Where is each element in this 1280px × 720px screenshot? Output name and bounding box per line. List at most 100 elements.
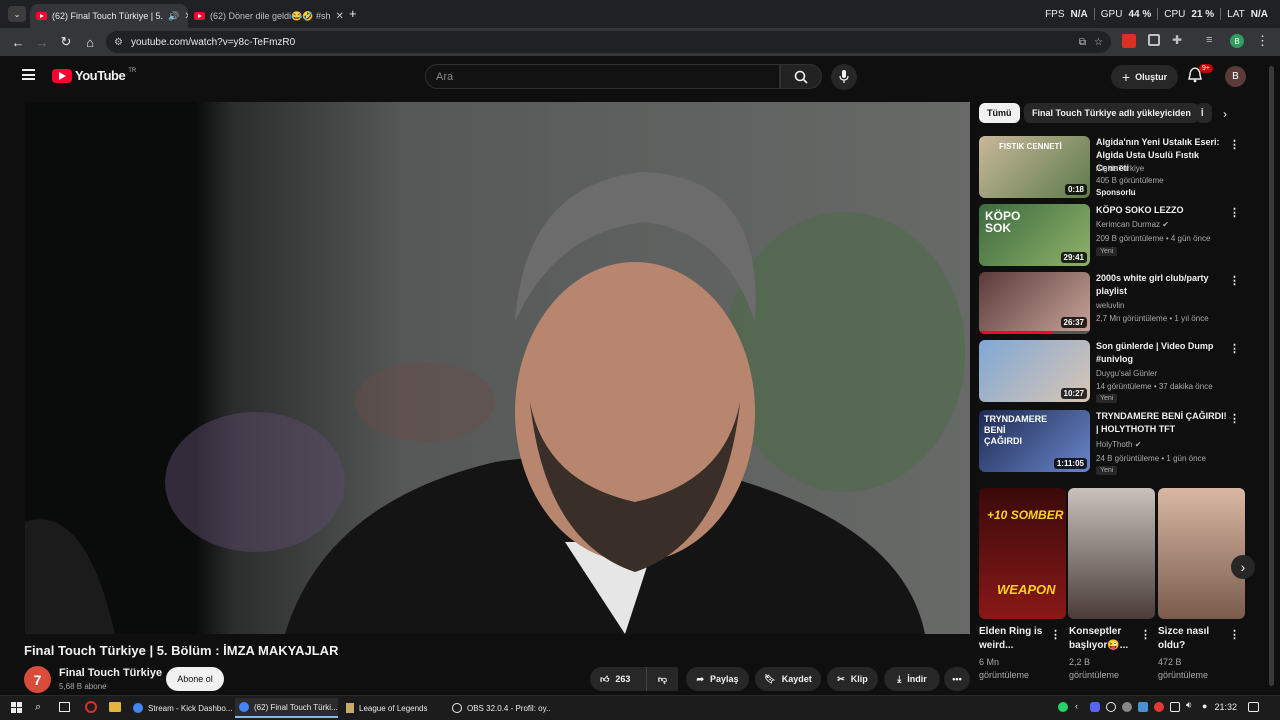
file-explorer-icon[interactable] <box>109 702 121 712</box>
short-views: 2,2 B görüntüleme <box>1069 657 1120 680</box>
profile-avatar[interactable]: B <box>1230 34 1244 48</box>
save-button[interactable]: 🔖︎ Kaydet <box>755 667 821 691</box>
close-tab-icon[interactable]: ✕ <box>335 11 343 22</box>
rec-thumbnail[interactable]: 26:37 <box>979 272 1090 334</box>
rec-thumbnail[interactable]: TRYNDAMERE BENİ ÇAĞIRDI 1:11:05 <box>979 410 1090 472</box>
download-button[interactable]: ⤓ İndir <box>884 667 940 691</box>
discord-tray-icon[interactable] <box>1090 702 1100 712</box>
rec-channel[interactable]: AlgidaTurkiye <box>1096 164 1144 173</box>
clock[interactable]: 21:32 <box>1214 702 1237 712</box>
rec-thumbnail[interactable]: KÖPO SOK 29:41 <box>979 204 1090 266</box>
home-icon[interactable]: ⌂ <box>78 30 102 54</box>
rec-title[interactable]: TRYNDAMERE BENİ ÇAĞIRDI! | HOLYTHOTH TFT <box>1096 410 1231 436</box>
chips-next-chevron-icon[interactable]: › <box>1223 107 1227 121</box>
taskbar-item-kick[interactable]: Stream - Kick Dashbo... <box>129 698 232 718</box>
rec-item[interactable]: 10:27 Son günlerde | Video Dump #univlog… <box>979 340 1244 404</box>
chip-uploader[interactable]: Final Touch Türkiye adlı yükleyiciden <box>1024 103 1199 123</box>
address-bar[interactable]: ⚙ youtube.com/watch?v=y8c-TeFmzR0 ⧉ ☆ <box>106 31 1111 53</box>
rec-menu-icon[interactable]: ⋮ <box>1229 206 1240 219</box>
rec-item[interactable]: FISTIK CENNETİ 0:18 Algida'nın Yeni Usta… <box>979 136 1244 200</box>
extension-icon[interactable] <box>1148 34 1160 46</box>
page-scrollbar[interactable] <box>1269 66 1274 686</box>
rec-item[interactable]: TRYNDAMERE BENİ ÇAĞIRDI 1:11:05 TRYNDAME… <box>979 410 1244 475</box>
chip-all[interactable]: Tümü <box>979 103 1020 123</box>
rec-title[interactable]: KÖPO SOKO LEZZO <box>1096 204 1231 217</box>
short-thumbnail[interactable] <box>1068 488 1155 619</box>
dislike-button[interactable]: 👎︎ <box>646 667 678 691</box>
tray-app-icon[interactable] <box>1122 702 1132 712</box>
clip-button[interactable]: ✂ Klip <box>827 667 878 691</box>
rec-channel[interactable]: weluvlin <box>1096 301 1124 310</box>
windows-start-icon[interactable] <box>11 702 22 713</box>
taskbar-item-obs[interactable]: OBS 32.0.4 - Profil: oy... <box>448 698 551 718</box>
more-actions-button[interactable]: ••• <box>944 667 970 691</box>
rec-title[interactable]: 2000s white girl club/party playlist <box>1096 272 1231 298</box>
taskbar-search-icon[interactable]: ⌕ <box>35 701 41 714</box>
microphone-tray-icon[interactable]: ● <box>1202 701 1207 711</box>
tray-arrow-icon[interactable]: ‹ <box>1075 701 1078 711</box>
taskbar-item-lol[interactable]: League of Legends <box>342 698 445 718</box>
shorts-next-chevron-icon[interactable]: › <box>1231 555 1255 579</box>
voice-search-button[interactable] <box>831 64 857 90</box>
task-view-icon[interactable] <box>59 702 70 712</box>
rec-menu-icon[interactable]: ⋮ <box>1229 342 1240 355</box>
opera-icon[interactable] <box>85 701 97 713</box>
short-menu-icon[interactable]: ⋮ <box>1229 628 1240 641</box>
rec-menu-icon[interactable]: ⋮ <box>1229 412 1240 425</box>
site-info-icon[interactable]: ⚙ <box>114 37 123 48</box>
reload-icon[interactable]: ↻ <box>54 30 78 54</box>
volume-icon[interactable]: 🔉︎ <box>1186 700 1192 711</box>
steam-tray-icon[interactable] <box>1106 702 1116 712</box>
short-menu-icon[interactable]: ⋮ <box>1140 628 1151 641</box>
short-thumbnail[interactable] <box>1158 488 1245 619</box>
short-thumbnail[interactable]: +10 SOMBER WEAPON <box>979 488 1066 619</box>
short-menu-icon[interactable]: ⋮ <box>1050 628 1061 641</box>
rec-channel[interactable]: Kerimcan Durmaz <box>1096 220 1160 229</box>
tab-search-button[interactable]: ⌄ <box>8 6 26 22</box>
hamburger-menu-icon[interactable] <box>22 69 35 80</box>
chip-more[interactable]: İ <box>1196 103 1212 123</box>
search-button[interactable] <box>780 64 822 89</box>
cpu-value: 21 % <box>1191 8 1215 20</box>
install-app-icon[interactable]: ⧉ <box>1079 37 1086 48</box>
rec-menu-icon[interactable]: ⋮ <box>1229 138 1240 151</box>
new-tab-button[interactable]: + <box>349 6 357 21</box>
search-input[interactable]: Ara <box>425 64 780 89</box>
thumb-text: TRYNDAMERE BENİ ÇAĞIRDI <box>984 414 1048 446</box>
tab-final-touch[interactable]: (62) Final Touch Türkiye | 5. 🔊 ✕ <box>30 4 188 28</box>
short-title[interactable]: Sizce nasıl oldu? <box>1158 625 1230 653</box>
channel-avatar[interactable]: 7 <box>24 666 51 693</box>
record-tray-icon[interactable] <box>1154 702 1164 712</box>
account-avatar[interactable]: B <box>1225 66 1246 87</box>
channel-name[interactable]: Final Touch Türkiye <box>59 667 162 679</box>
rec-item[interactable]: KÖPO SOK 29:41 KÖPO SOKO LEZZO Kerimcan … <box>979 204 1244 268</box>
puzzle-extensions-icon[interactable]: ✚ <box>1172 33 1182 47</box>
pdf-extension-icon[interactable] <box>1122 34 1136 48</box>
bookmark-star-icon[interactable]: ☆ <box>1094 37 1103 48</box>
rec-menu-icon[interactable]: ⋮ <box>1229 274 1240 287</box>
whatsapp-tray-icon[interactable] <box>1058 702 1068 712</box>
short-title[interactable]: Elden Ring is weird... <box>979 625 1051 653</box>
rec-title[interactable]: Son günlerde | Video Dump #univlog <box>1096 340 1231 366</box>
share-button[interactable]: ➦ Paylaş <box>686 667 749 691</box>
tab-doner[interactable]: (62) Döner dile geldi😂🤣 #sh ✕ <box>188 4 343 28</box>
subscribe-button[interactable]: Abone ol <box>166 667 224 691</box>
rec-item[interactable]: 26:37 2000s white girl club/party playli… <box>979 272 1244 336</box>
forward-arrow-icon[interactable]: → <box>30 30 54 54</box>
notification-center-icon[interactable] <box>1248 702 1259 712</box>
thumb-text: +10 SOMBER <box>987 508 1064 522</box>
video-player[interactable] <box>25 102 970 634</box>
short-title[interactable]: Konseptler başlıyor😜... <box>1069 625 1141 653</box>
rec-thumbnail[interactable]: FISTIK CENNETİ 0:18 <box>979 136 1090 198</box>
taskbar-item-youtube[interactable]: (62) Final Touch Türki... <box>235 698 338 718</box>
reading-list-icon[interactable]: ≡ <box>1206 34 1212 46</box>
tray-app-icon[interactable] <box>1138 702 1148 712</box>
rec-channel[interactable]: Duygu'sal Günler <box>1096 369 1157 378</box>
rec-thumbnail[interactable]: 10:27 <box>979 340 1090 402</box>
rec-channel[interactable]: HolyThoth <box>1096 440 1132 449</box>
browser-menu-icon[interactable]: ⋮ <box>1256 33 1269 49</box>
monitor-tray-icon[interactable] <box>1170 702 1180 712</box>
create-button[interactable]: + Oluştur <box>1111 65 1178 89</box>
back-arrow-icon[interactable]: ← <box>6 30 30 54</box>
youtube-logo[interactable]: YouTube TR <box>52 68 136 83</box>
